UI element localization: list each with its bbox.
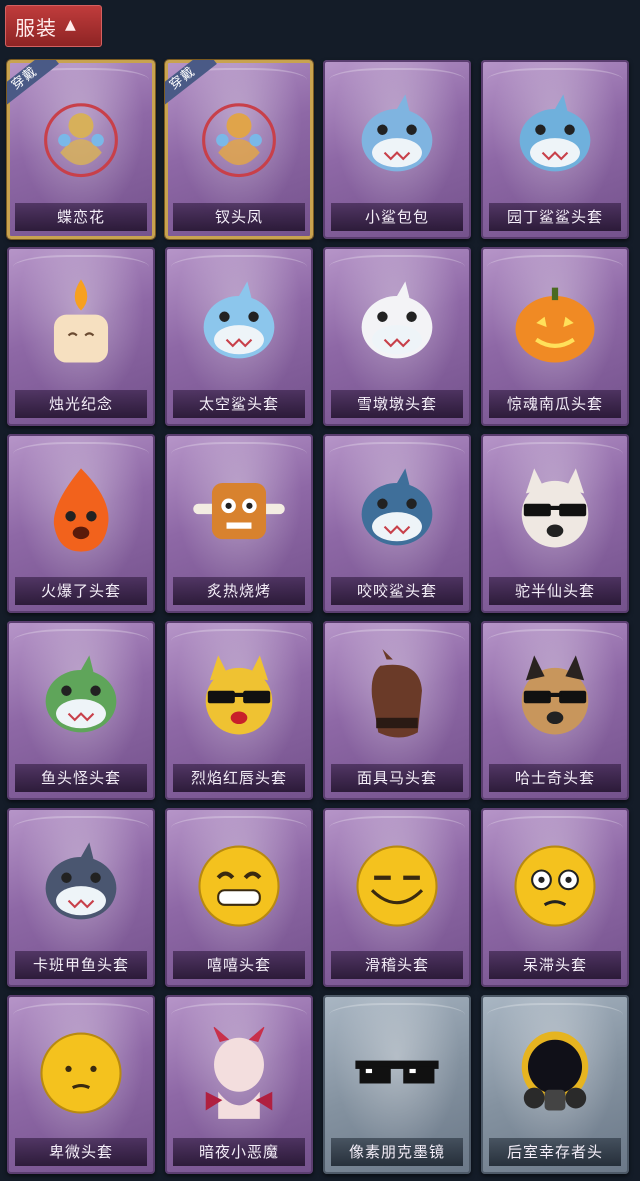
item-name: 火爆了头套 [15,577,147,605]
bear-sunglasses-icon [495,448,615,571]
item-name: 雪墩墩头套 [331,390,463,418]
space-shark-icon [179,261,299,384]
humble-emoji-icon [21,1009,141,1132]
item-card[interactable]: 卑微头套 [7,995,155,1174]
item-card[interactable]: 后室幸存者头 [481,995,629,1174]
item-card[interactable]: 雪墩墩头套 [323,247,471,426]
item-card[interactable]: 呆滞头套 [481,808,629,987]
item-name: 滑稽头套 [331,951,463,979]
item-name: 呆滞头套 [489,951,621,979]
item-card[interactable]: 惊魂南瓜头套 [481,247,629,426]
item-card[interactable]: 驼半仙头套 [481,434,629,613]
item-name: 卡班甲鱼头套 [15,951,147,979]
item-name: 小鲨包包 [331,203,463,231]
item-card[interactable]: 咬咬鲨头套 [323,434,471,613]
grin-emoji-icon [179,822,299,945]
horse-mask-icon [337,635,457,758]
top-bar: 服装 ▲ [0,0,640,56]
item-name: 烈焰红唇头套 [173,764,305,792]
item-card[interactable]: 烛光纪念 [7,247,155,426]
fish-hat-icon [21,822,141,945]
item-card[interactable]: 烈焰红唇头套 [165,621,313,800]
category-label: 服装 [15,15,57,40]
item-name: 卑微头套 [15,1138,147,1166]
item-card[interactable]: 炙热烧烤 [165,434,313,613]
fireball-icon [21,448,141,571]
item-card[interactable]: 穿戴 钗头凤 [165,60,313,239]
fish-head-icon [21,635,141,758]
item-name: 哈士奇头套 [489,764,621,792]
item-card[interactable]: 嘻嘻头套 [165,808,313,987]
item-name: 鱼头怪头套 [15,764,147,792]
item-name: 后室幸存者头 [489,1138,621,1166]
shark-bag-icon [337,74,457,197]
item-card[interactable]: 太空鲨头套 [165,247,313,426]
butterfly-flower-icon [21,74,141,197]
husky-icon [495,635,615,758]
bbq-meat-icon [179,448,299,571]
category-dropdown[interactable]: 服装 ▲ [5,5,102,47]
funny-emoji-icon [337,822,457,945]
item-card[interactable]: 卡班甲鱼头套 [7,808,155,987]
item-card[interactable]: 小鲨包包 [323,60,471,239]
item-name: 太空鲨头套 [173,390,305,418]
chevron-up-icon: ▲ [65,17,77,33]
item-card[interactable]: 暗夜小恶魔 [165,995,313,1174]
item-name: 暗夜小恶魔 [173,1138,305,1166]
item-card[interactable]: 面具马头套 [323,621,471,800]
item-name: 炙热烧烤 [173,577,305,605]
yellow-mask-icon [179,635,299,758]
item-name: 面具马头套 [331,764,463,792]
item-name: 像素朋克墨镜 [331,1138,463,1166]
gas-mask-icon [495,1009,615,1132]
item-card[interactable]: 像素朋克墨镜 [323,995,471,1174]
item-card[interactable]: 滑稽头套 [323,808,471,987]
item-card[interactable]: 园丁鲨鲨头套 [481,60,629,239]
item-name: 蝶恋花 [15,203,147,231]
item-card[interactable]: 火爆了头套 [7,434,155,613]
pumpkin-icon [495,261,615,384]
item-name: 惊魂南瓜头套 [489,390,621,418]
item-card[interactable]: 穿戴 蝶恋花 [7,60,155,239]
item-grid: 穿戴 蝶恋花 穿戴 钗头凤 小鲨包包 园丁鲨鲨头套烛光纪念 太空鲨头套 雪墩墩头套 惊魂南瓜头套… [0,56,640,1178]
item-name: 咬咬鲨头套 [331,577,463,605]
little-devil-icon [179,1009,299,1132]
item-name: 嘻嘻头套 [173,951,305,979]
candle-icon [21,261,141,384]
item-name: 烛光纪念 [15,390,147,418]
item-name: 驼半仙头套 [489,577,621,605]
snowman-icon [337,261,457,384]
biting-shark-icon [337,448,457,571]
phoenix-hairpin-icon [179,74,299,197]
item-name: 钗头凤 [173,203,305,231]
item-card[interactable]: 鱼头怪头套 [7,621,155,800]
item-name: 园丁鲨鲨头套 [489,203,621,231]
stunned-emoji-icon [495,822,615,945]
item-card[interactable]: 哈士奇头套 [481,621,629,800]
pixel-sunglasses-icon [337,1009,457,1132]
gardener-shark-icon [495,74,615,197]
